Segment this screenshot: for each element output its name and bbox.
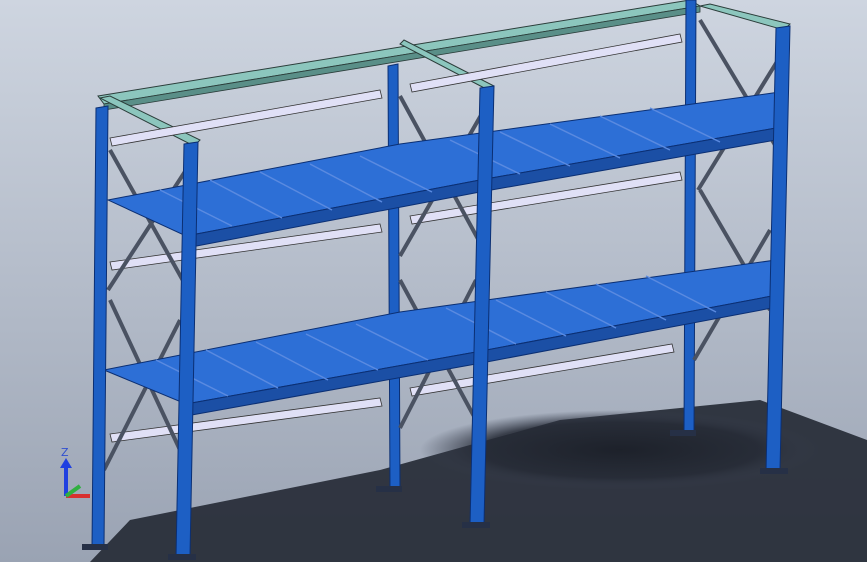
cad-graphics-viewport[interactable]: Z xyxy=(0,0,867,562)
model-view[interactable]: Z xyxy=(0,0,867,562)
z-axis-label: Z xyxy=(61,446,69,459)
